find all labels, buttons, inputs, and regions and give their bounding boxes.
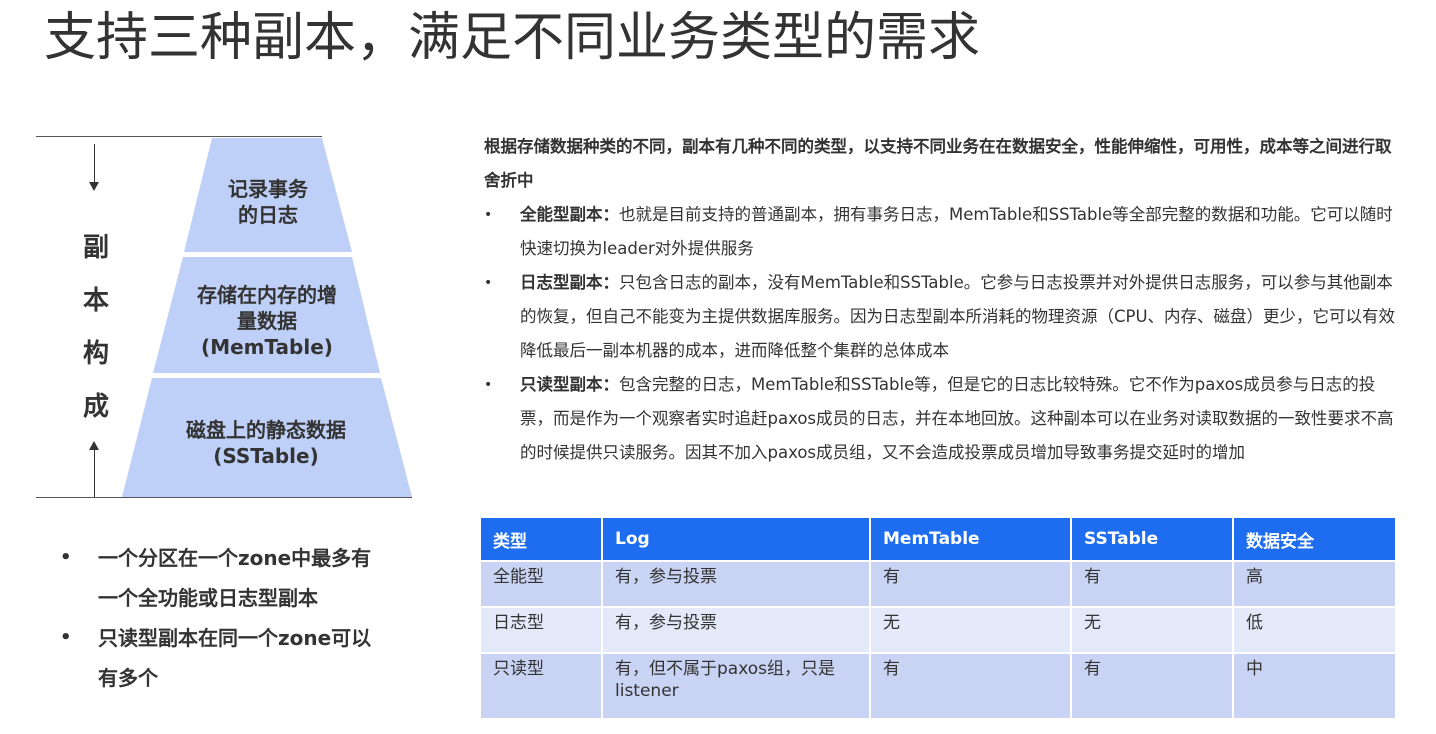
bullet-icon: • bbox=[484, 207, 493, 223]
table-cell: 有 bbox=[870, 652, 1072, 718]
intro-paragraph: 根据存储数据种类的不同，副本有几种不同的类型，以支持不同业务在在数据安全，性能伸… bbox=[484, 137, 1392, 190]
layer-sstable-line: 磁盘上的静态数据 bbox=[186, 418, 346, 442]
list-item: • 全能型副本：也就是目前支持的普通副本，拥有事务日志，MemTable和SST… bbox=[484, 198, 1396, 266]
table-cell: 日志型 bbox=[481, 606, 603, 653]
bullet-lead: 日志型副本： bbox=[520, 273, 619, 292]
table-cell: 有 bbox=[1071, 652, 1234, 718]
bullet-text: 包含完整的日志，MemTable和SSTable等，但是它的日志比较特殊。它不作… bbox=[520, 375, 1394, 462]
list-item: • 只读型副本在同一个zone可以 有多个 bbox=[60, 618, 420, 698]
left-bullet-list: • 一个分区在一个zone中最多有 一个全功能或日志型副本 • 只读型副本在同一… bbox=[60, 538, 420, 698]
layer-memtable-line: (MemTable) bbox=[201, 335, 333, 359]
bullet-icon: • bbox=[484, 275, 493, 291]
table-cell: 有 bbox=[870, 560, 1072, 607]
bullet-icon: • bbox=[60, 627, 72, 648]
layer-log-line: 记录事务 bbox=[228, 177, 308, 201]
bullet-line: 只读型副本在同一个zone可以 bbox=[98, 626, 372, 650]
table-header-row: 类型 Log MemTable SSTable 数据安全 bbox=[481, 518, 1397, 561]
layer-sstable-line: (SSTable) bbox=[213, 444, 319, 468]
table-header-cell: 类型 bbox=[481, 518, 603, 561]
replica-structure-diagram: 副 本 构 成 记录事务 的日志 存储在内存的增 量数据 (MemTable) … bbox=[0, 0, 420, 520]
table-header-cell: 数据安全 bbox=[1233, 518, 1397, 561]
table-cell: 只读型 bbox=[481, 652, 603, 718]
table-cell: 中 bbox=[1233, 652, 1397, 718]
table-cell: 无 bbox=[870, 606, 1072, 653]
table-row: 日志型 有，参与投票 无 无 低 bbox=[481, 606, 1397, 653]
layer-memtable-text: 存储在内存的增 量数据 (MemTable) bbox=[160, 282, 374, 360]
bullet-line: 一个全功能或日志型副本 bbox=[98, 586, 318, 610]
table-cell: 有 bbox=[1071, 560, 1234, 607]
table-cell: 高 bbox=[1233, 560, 1397, 607]
table-header-cell: Log bbox=[602, 518, 871, 561]
bullet-text: 只包含日志的副本，没有MemTable和SSTable。它参与日志投票并对外提供… bbox=[520, 273, 1396, 360]
list-item: • 只读型副本：包含完整的日志，MemTable和SSTable等，但是它的日志… bbox=[484, 368, 1396, 470]
table-cell: 有，参与投票 bbox=[602, 560, 871, 607]
table-cell: 全能型 bbox=[481, 560, 603, 607]
bullet-line: 一个分区在一个zone中最多有 bbox=[98, 546, 372, 570]
table-cell: 有，但不属于paxos组，只是listener bbox=[602, 652, 871, 718]
table-header-cell: SSTable bbox=[1071, 518, 1234, 561]
layer-log-text: 记录事务 的日志 bbox=[190, 176, 346, 228]
bullet-lead: 全能型副本： bbox=[520, 205, 619, 224]
table-row: 全能型 有，参与投票 有 有 高 bbox=[481, 560, 1397, 607]
replica-comparison-table: 类型 Log MemTable SSTable 数据安全 全能型 有，参与投票 … bbox=[481, 518, 1397, 718]
layer-sstable-text: 磁盘上的静态数据 (SSTable) bbox=[140, 417, 392, 469]
list-item: • 日志型副本：只包含日志的副本，没有MemTable和SSTable。它参与日… bbox=[484, 266, 1396, 368]
list-item: • 一个分区在一个zone中最多有 一个全功能或日志型副本 bbox=[60, 538, 420, 618]
layer-log-line: 的日志 bbox=[238, 203, 298, 227]
bullet-icon: • bbox=[60, 547, 72, 568]
layer-memtable-line: 存储在内存的增 bbox=[197, 283, 337, 307]
bullet-icon: • bbox=[484, 377, 493, 393]
table-cell: 有，参与投票 bbox=[602, 606, 871, 653]
layer-memtable-line: 量数据 bbox=[237, 309, 297, 333]
bullet-line: 有多个 bbox=[98, 666, 158, 690]
table-cell: 低 bbox=[1233, 606, 1397, 653]
table-row: 只读型 有，但不属于paxos组，只是listener 有 有 中 bbox=[481, 652, 1397, 718]
replica-type-list: • 全能型副本：也就是目前支持的普通副本，拥有事务日志，MemTable和SST… bbox=[484, 198, 1396, 470]
table-header-cell: MemTable bbox=[870, 518, 1072, 561]
table-cell: 无 bbox=[1071, 606, 1234, 653]
bullet-lead: 只读型副本： bbox=[520, 375, 619, 394]
bullet-text: 也就是目前支持的普通副本，拥有事务日志，MemTable和SSTable等全部完… bbox=[520, 205, 1393, 258]
